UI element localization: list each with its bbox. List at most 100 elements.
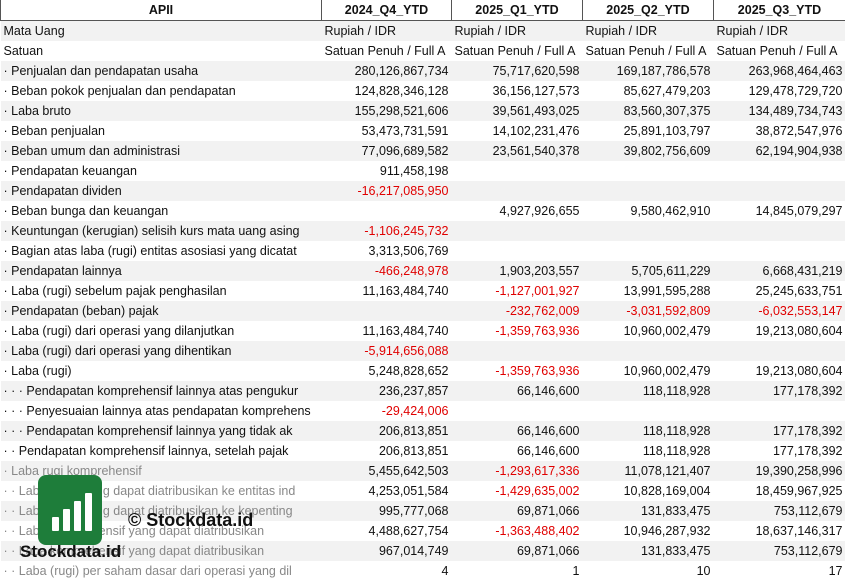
row-label[interactable]: Mata Uang: [0, 20, 322, 41]
cell-value[interactable]: [451, 161, 583, 181]
cell-value[interactable]: 14,845,079,297: [713, 201, 845, 221]
cell-value[interactable]: 10,960,002,479: [582, 361, 714, 381]
cell-value[interactable]: 206,813,851: [321, 421, 452, 441]
cell-value[interactable]: 69,871,066: [451, 501, 583, 521]
row-label[interactable]: · Laba (rugi) dari operasi yang dilanjut…: [0, 321, 322, 341]
cell-value[interactable]: [321, 301, 452, 321]
cell-value[interactable]: Rupiah / IDR: [451, 20, 583, 41]
cell-value[interactable]: 83,560,307,375: [582, 101, 714, 121]
cell-value[interactable]: 177,178,392: [713, 381, 845, 401]
cell-value[interactable]: 18,459,967,925: [713, 481, 845, 501]
cell-value[interactable]: 280,126,867,734: [321, 61, 452, 81]
cell-value[interactable]: 177,178,392: [713, 421, 845, 441]
cell-value[interactable]: 131,833,475: [582, 501, 714, 521]
row-label[interactable]: · Laba bruto: [0, 101, 322, 121]
row-label[interactable]: · Laba (rugi) dari operasi yang dihentik…: [0, 341, 322, 361]
header-col-2025-q2[interactable]: 2025_Q2_YTD: [582, 0, 714, 21]
row-label[interactable]: · Pendapatan keuangan: [0, 161, 322, 181]
cell-value[interactable]: [582, 161, 714, 181]
cell-value[interactable]: 39,561,493,025: [451, 101, 583, 121]
row-label[interactable]: · · Laba (rugi) yang dapat diatribusikan…: [0, 501, 322, 521]
cell-value[interactable]: 19,213,080,604: [713, 321, 845, 341]
cell-value[interactable]: [713, 341, 845, 361]
cell-value[interactable]: -3,031,592,809: [582, 301, 714, 321]
cell-value[interactable]: [451, 341, 583, 361]
cell-value[interactable]: 14,102,231,476: [451, 121, 583, 141]
cell-value[interactable]: 11,163,484,740: [321, 281, 452, 301]
row-label[interactable]: · · Laba (rugi) yang dapat diatribusikan…: [0, 481, 322, 501]
cell-value[interactable]: -232,762,009: [451, 301, 583, 321]
cell-value[interactable]: [713, 241, 845, 261]
row-label[interactable]: · Pendapatan lainnya: [0, 261, 322, 281]
cell-value[interactable]: -1,293,617,336: [451, 461, 583, 481]
cell-value[interactable]: -1,363,488,402: [451, 521, 583, 541]
cell-value[interactable]: 38,872,547,976: [713, 121, 845, 141]
cell-value[interactable]: 753,112,679: [713, 541, 845, 561]
cell-value[interactable]: 4: [321, 561, 452, 581]
cell-value[interactable]: 10: [582, 561, 714, 581]
cell-value[interactable]: -5,914,656,088: [321, 341, 452, 361]
cell-value[interactable]: Satuan Penuh / Full A: [451, 41, 583, 61]
cell-value[interactable]: [321, 201, 452, 221]
cell-value[interactable]: [713, 401, 845, 421]
header-col-2024-q4[interactable]: 2024_Q4_YTD: [321, 0, 452, 21]
row-label[interactable]: · Pendapatan dividen: [0, 181, 322, 201]
row-label[interactable]: · · Pendapatan komprehensif lainnya, set…: [0, 441, 322, 461]
cell-value[interactable]: 10,828,169,004: [582, 481, 714, 501]
row-label[interactable]: · · Laba (rugi) per saham dasar dari ope…: [0, 561, 322, 581]
cell-value[interactable]: 85,627,479,203: [582, 81, 714, 101]
cell-value[interactable]: 236,237,857: [321, 381, 452, 401]
cell-value[interactable]: 1: [451, 561, 583, 581]
cell-value[interactable]: 169,187,786,578: [582, 61, 714, 81]
cell-value[interactable]: [582, 401, 714, 421]
cell-value[interactable]: 36,156,127,573: [451, 81, 583, 101]
cell-value[interactable]: 4,927,926,655: [451, 201, 583, 221]
row-label[interactable]: · · · Pendapatan komprehensif lainnya at…: [0, 381, 322, 401]
header-col-2025-q3[interactable]: 2025_Q3_YTD: [713, 0, 845, 21]
cell-value[interactable]: -6,032,553,147: [713, 301, 845, 321]
cell-value[interactable]: 39,802,756,609: [582, 141, 714, 161]
row-label[interactable]: · Beban penjualan: [0, 121, 322, 141]
row-label[interactable]: · Bagian atas laba (rugi) entitas asosia…: [0, 241, 322, 261]
cell-value[interactable]: 17: [713, 561, 845, 581]
cell-value[interactable]: 77,096,689,582: [321, 141, 452, 161]
row-label[interactable]: · Beban bunga dan keuangan: [0, 201, 322, 221]
cell-value[interactable]: 118,118,928: [582, 421, 714, 441]
cell-value[interactable]: 10,946,287,932: [582, 521, 714, 541]
cell-value[interactable]: 25,245,633,751: [713, 281, 845, 301]
cell-value[interactable]: 131,833,475: [582, 541, 714, 561]
cell-value[interactable]: 1,903,203,557: [451, 261, 583, 281]
cell-value[interactable]: 263,968,464,463: [713, 61, 845, 81]
cell-value[interactable]: 53,473,731,591: [321, 121, 452, 141]
cell-value[interactable]: 155,298,521,606: [321, 101, 452, 121]
cell-value[interactable]: -29,424,006: [321, 401, 452, 421]
header-col-2025-q1[interactable]: 2025_Q1_YTD: [451, 0, 583, 21]
cell-value[interactable]: -466,248,978: [321, 261, 452, 281]
cell-value[interactable]: 66,146,600: [451, 421, 583, 441]
row-label[interactable]: · · Laba komprehensif yang dapat diatrib…: [0, 521, 322, 541]
cell-value[interactable]: [451, 181, 583, 201]
cell-value[interactable]: -1,127,001,927: [451, 281, 583, 301]
cell-value[interactable]: 75,717,620,598: [451, 61, 583, 81]
cell-value[interactable]: 9,580,462,910: [582, 201, 714, 221]
cell-value[interactable]: 18,637,146,317: [713, 521, 845, 541]
row-label[interactable]: · Beban umum dan administrasi: [0, 141, 322, 161]
cell-value[interactable]: [582, 241, 714, 261]
cell-value[interactable]: 10,960,002,479: [582, 321, 714, 341]
cell-value[interactable]: 124,828,346,128: [321, 81, 452, 101]
cell-value[interactable]: 118,118,928: [582, 381, 714, 401]
cell-value[interactable]: 177,178,392: [713, 441, 845, 461]
cell-value[interactable]: [713, 181, 845, 201]
row-label[interactable]: Satuan: [0, 41, 322, 61]
cell-value[interactable]: [451, 241, 583, 261]
header-ticker[interactable]: APII: [0, 0, 322, 21]
cell-value[interactable]: 11,078,121,407: [582, 461, 714, 481]
cell-value[interactable]: 66,146,600: [451, 381, 583, 401]
cell-value[interactable]: 13,991,595,288: [582, 281, 714, 301]
cell-value[interactable]: 19,390,258,996: [713, 461, 845, 481]
cell-value[interactable]: Rupiah / IDR: [321, 20, 452, 41]
cell-value[interactable]: -16,217,085,950: [321, 181, 452, 201]
cell-value[interactable]: -1,106,245,732: [321, 221, 452, 241]
row-label[interactable]: · Laba (rugi) sebelum pajak penghasilan: [0, 281, 322, 301]
cell-value[interactable]: 23,561,540,378: [451, 141, 583, 161]
